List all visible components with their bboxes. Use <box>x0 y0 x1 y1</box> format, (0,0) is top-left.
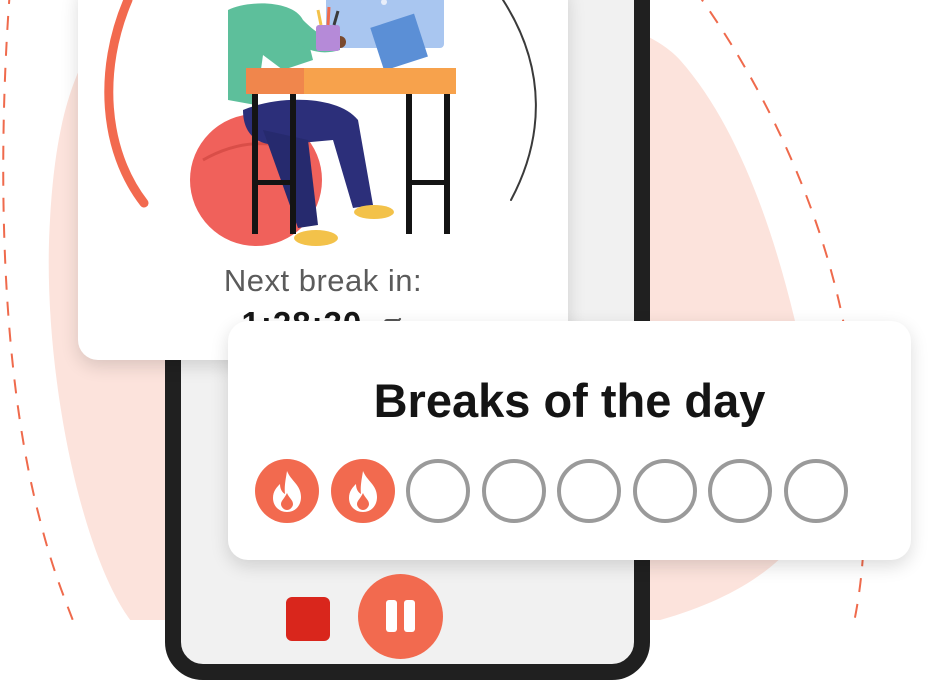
stop-button[interactable] <box>286 597 330 641</box>
break-dot-empty <box>708 459 772 523</box>
break-dot-completed <box>330 459 395 523</box>
pause-icon <box>386 600 397 632</box>
break-dot-empty <box>557 459 621 523</box>
remaining-arc <box>502 0 537 201</box>
next-break-label: Next break in: <box>223 263 423 298</box>
progress-arc <box>104 0 149 208</box>
pause-button[interactable] <box>358 574 443 659</box>
break-dot-empty <box>783 459 848 523</box>
breaks-title: Breaks of the day <box>373 374 766 427</box>
break-dot-completed <box>255 459 319 523</box>
break-dot-empty <box>481 459 546 523</box>
flame-icon <box>273 471 301 512</box>
flame-icon <box>348 471 377 512</box>
break-dot-empty <box>632 459 697 523</box>
break-dot-empty <box>406 459 470 523</box>
breaks-card: Breaks of the day <box>228 321 911 560</box>
timer-card: Next break in: 1:28:30 <box>78 0 568 360</box>
